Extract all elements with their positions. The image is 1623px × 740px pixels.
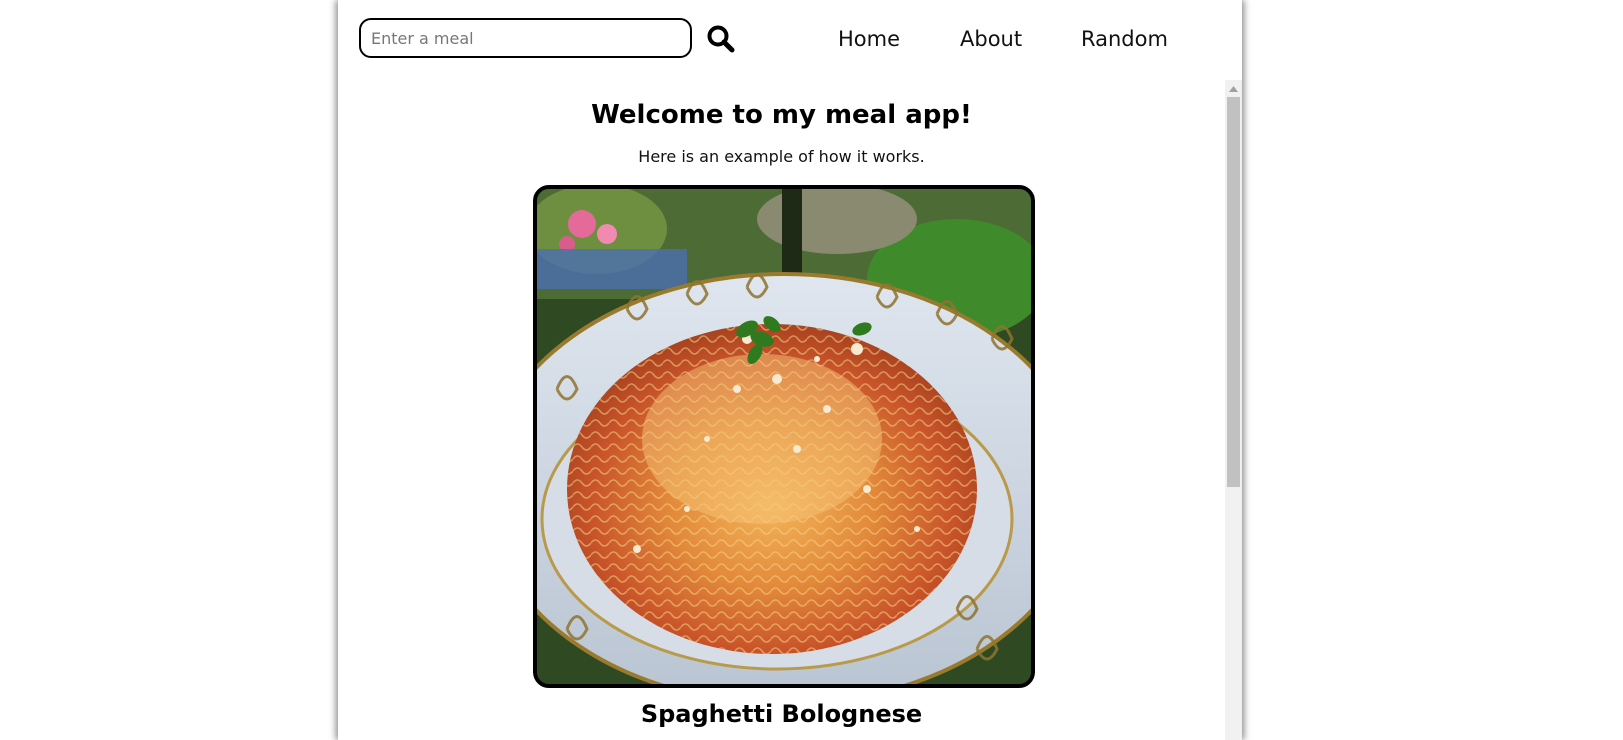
spaghetti-bolognese-photo: [537, 189, 1031, 684]
meal-image[interactable]: [533, 185, 1035, 688]
nav-home-link[interactable]: Home: [838, 24, 900, 54]
scroll-up-arrow-icon[interactable]: [1225, 80, 1242, 97]
vertical-scrollbar[interactable]: [1225, 80, 1242, 740]
magnifier-icon: [707, 25, 735, 53]
meal-name: Spaghetti Bolognese: [640, 700, 923, 728]
page-title: Welcome to my meal app!: [591, 100, 972, 130]
meal-search-input[interactable]: [359, 18, 692, 58]
nav-random-link[interactable]: Random: [1081, 24, 1168, 54]
search-button[interactable]: [706, 24, 736, 54]
main-content: Welcome to my meal app! Here is an examp…: [338, 80, 1225, 740]
page-subtitle: Here is an example of how it works.: [638, 147, 925, 166]
top-navbar: Home About Random: [338, 0, 1242, 78]
scroll-thumb[interactable]: [1227, 97, 1240, 487]
app-window: Home About Random Welcome to my meal app…: [338, 0, 1242, 740]
nav-about-link[interactable]: About: [960, 24, 1022, 54]
